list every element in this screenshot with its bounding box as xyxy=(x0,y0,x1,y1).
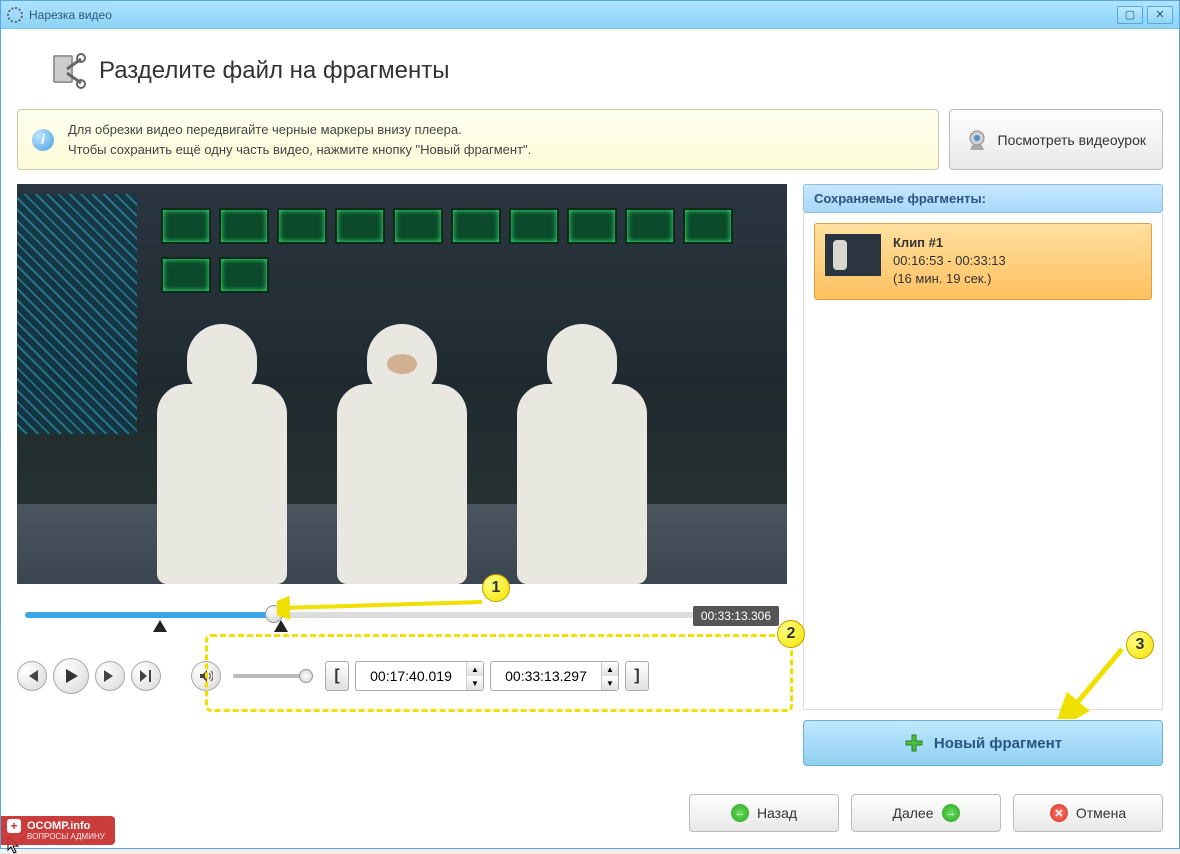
cancel-button[interactable]: ✕ Отмена xyxy=(1013,794,1163,832)
start-time-input[interactable]: ▲ ▼ xyxy=(355,661,484,691)
window-title: Нарезка видео xyxy=(29,8,112,22)
start-time-up[interactable]: ▲ xyxy=(467,662,483,676)
fragment-name: Клип #1 xyxy=(893,234,1006,252)
current-time-badge: 00:33:13.306 xyxy=(693,606,779,626)
fragments-column: Сохраняемые фрагменты: Клип #1 00:16:53 … xyxy=(803,184,1163,766)
play-button[interactable] xyxy=(53,658,89,694)
start-marker[interactable] xyxy=(153,620,167,632)
speaker-icon xyxy=(199,669,213,683)
volume-button[interactable] xyxy=(191,661,221,691)
volume-thumb[interactable] xyxy=(299,669,313,683)
start-time-field[interactable] xyxy=(356,668,466,684)
cancel-x-icon: ✕ xyxy=(1050,804,1068,822)
fragment-range: 00:16:53 - 00:33:13 xyxy=(893,252,1006,270)
page-title: Разделите файл на фрагменты xyxy=(99,57,449,85)
callout-3: 3 xyxy=(1126,631,1154,659)
callout-2: 2 xyxy=(777,620,805,648)
close-button[interactable]: ✕ xyxy=(1147,6,1173,24)
player-column: 00:33:13.306 1 xyxy=(17,184,787,766)
watch-tutorial-button[interactable]: Посмотреть видеоурок xyxy=(949,109,1163,170)
titlebar: Нарезка видео ▢ ✕ xyxy=(1,1,1179,29)
timeline-progress xyxy=(25,612,274,618)
maximize-button[interactable]: ▢ xyxy=(1117,6,1143,24)
info-icon: i xyxy=(32,129,54,151)
set-start-bracket-button[interactable]: [ xyxy=(325,661,349,691)
plus-icon xyxy=(904,733,924,753)
next-frame-button[interactable] xyxy=(95,661,125,691)
fragment-item[interactable]: Клип #1 00:16:53 - 00:33:13 (16 мин. 19 … xyxy=(814,223,1152,300)
next-button[interactable]: Далее → xyxy=(851,794,1001,832)
fragments-header: Сохраняемые фрагменты: xyxy=(803,184,1163,213)
cancel-label: Отмена xyxy=(1076,805,1126,821)
info-text-line1: Для обрезки видео передвигайте черные ма… xyxy=(68,120,531,140)
app-window: Нарезка видео ▢ ✕ Разделите файл на фраг… xyxy=(0,0,1180,849)
skip-forward-icon xyxy=(103,670,117,682)
volume-slider[interactable] xyxy=(233,674,313,678)
end-marker[interactable] xyxy=(274,620,288,632)
next-label: Далее xyxy=(892,805,933,821)
fragment-thumbnail xyxy=(825,234,881,276)
callout-1: 1 xyxy=(482,574,510,602)
back-button[interactable]: ← Назад xyxy=(689,794,839,832)
fragment-duration: (16 мин. 19 сек.) xyxy=(893,270,1006,288)
player-controls: [ ▲ ▼ ▲ ▼ ] xyxy=(17,648,787,704)
scissors-film-icon xyxy=(47,51,87,91)
footer-buttons: ← Назад Далее → ✕ Отмена xyxy=(1,778,1179,848)
new-fragment-button[interactable]: Новый фрагмент xyxy=(803,720,1163,766)
arrow-right-icon: → xyxy=(942,804,960,822)
step-icon xyxy=(139,670,153,682)
new-fragment-label: Новый фрагмент xyxy=(934,735,1062,752)
timeline-track[interactable] xyxy=(25,612,779,618)
film-reel-icon xyxy=(7,7,23,23)
watermark: OCOMP.info ВОПРОСЫ АДМИНУ xyxy=(1,816,115,845)
back-label: Назад xyxy=(757,805,797,821)
end-time-input[interactable]: ▲ ▼ xyxy=(490,661,619,691)
play-icon xyxy=(64,669,78,683)
prev-frame-button[interactable] xyxy=(17,661,47,691)
watermark-main: OCOMP.info xyxy=(27,820,90,832)
webcam-icon xyxy=(966,129,988,151)
video-preview[interactable] xyxy=(17,184,787,584)
info-banner: i Для обрезки видео передвигайте черные … xyxy=(17,109,939,170)
end-time-down[interactable]: ▼ xyxy=(602,676,618,690)
watermark-sub: ВОПРОСЫ АДМИНУ xyxy=(27,832,105,841)
start-time-down[interactable]: ▼ xyxy=(467,676,483,690)
end-time-up[interactable]: ▲ xyxy=(602,662,618,676)
page-header: Разделите файл на фрагменты xyxy=(47,51,1163,91)
fragments-list: Клип #1 00:16:53 - 00:33:13 (16 мин. 19 … xyxy=(803,213,1163,710)
end-time-field[interactable] xyxy=(491,668,601,684)
tutorial-button-label: Посмотреть видеоурок xyxy=(998,132,1146,148)
info-text-line2: Чтобы сохранить ещё одну часть видео, на… xyxy=(68,140,531,160)
step-forward-button[interactable] xyxy=(131,661,161,691)
set-end-bracket-button[interactable]: ] xyxy=(625,661,649,691)
arrow-left-icon: ← xyxy=(731,804,749,822)
skip-back-icon xyxy=(25,670,39,682)
